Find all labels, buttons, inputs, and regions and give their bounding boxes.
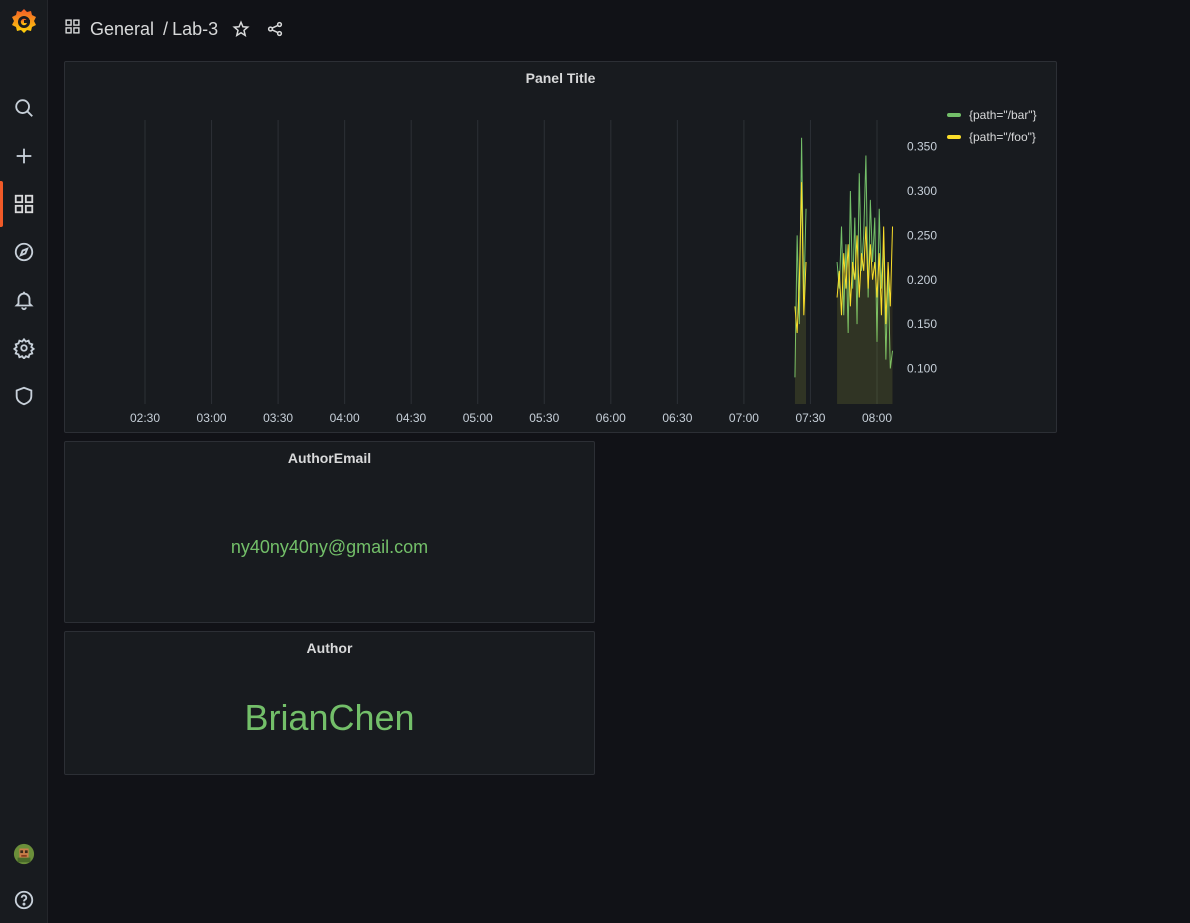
help-icon[interactable] bbox=[0, 880, 47, 920]
x-tick-label: 04:30 bbox=[396, 411, 426, 425]
y-tick-label: 0.150 bbox=[907, 317, 937, 331]
y-tick-label: 0.200 bbox=[907, 273, 937, 287]
graph-panel: Panel Title 02:30 03:00 03:30 04:00 04:30 05:… bbox=[64, 61, 1057, 433]
compass-icon[interactable] bbox=[0, 232, 47, 272]
shield-icon[interactable] bbox=[0, 376, 47, 416]
share-icon[interactable] bbox=[264, 18, 286, 40]
dashboards-breadcrumb-icon bbox=[64, 18, 81, 40]
legend-item-foo[interactable]: {path="/foo"} bbox=[947, 126, 1037, 148]
plus-icon[interactable] bbox=[0, 136, 47, 176]
x-tick-label: 06:00 bbox=[596, 411, 626, 425]
x-tick-label: 05:00 bbox=[463, 411, 493, 425]
legend-label-foo: {path="/foo"} bbox=[969, 130, 1036, 144]
breadcrumb-separator: / bbox=[163, 18, 169, 39]
panel-title[interactable]: AuthorEmail bbox=[65, 450, 594, 466]
y-tick-label: 0.100 bbox=[907, 362, 937, 376]
x-tick-label: 04:00 bbox=[330, 411, 360, 425]
legend-swatch-foo bbox=[947, 135, 961, 139]
x-tick-label: 03:00 bbox=[197, 411, 227, 425]
panel-title[interactable]: Author bbox=[65, 640, 594, 656]
gear-icon[interactable] bbox=[0, 328, 47, 368]
author-email-panel: AuthorEmail ny40ny40ny@gmail.com bbox=[64, 441, 595, 623]
y-tick-label: 0.300 bbox=[907, 184, 937, 198]
author-panel: Author BrianChen bbox=[64, 631, 595, 775]
legend-swatch-bar bbox=[947, 113, 961, 117]
stat-value: ny40ny40ny@gmail.com bbox=[230, 537, 429, 557]
stat-value: BrianChen bbox=[244, 697, 415, 738]
y-tick-label: 0.250 bbox=[907, 228, 937, 242]
avatar[interactable] bbox=[0, 834, 47, 874]
y-tick-label: 0.350 bbox=[907, 140, 937, 154]
x-tick-label: 05:30 bbox=[529, 411, 559, 425]
legend-label-bar: {path="/bar"} bbox=[969, 108, 1037, 122]
x-tick-label: 03:30 bbox=[263, 411, 293, 425]
bell-icon[interactable] bbox=[0, 280, 47, 320]
legend-item-bar[interactable]: {path="/bar"} bbox=[947, 104, 1037, 126]
x-tick-label: 06:30 bbox=[662, 411, 692, 425]
x-tick-label: 08:00 bbox=[862, 411, 892, 425]
star-icon[interactable] bbox=[230, 18, 252, 40]
dashboard-title[interactable]: Lab-3 bbox=[172, 19, 218, 40]
x-tick-label: 07:30 bbox=[795, 411, 825, 425]
side-menu bbox=[0, 0, 48, 923]
x-tick-label: 07:00 bbox=[729, 411, 759, 425]
breadcrumb-folder-link[interactable]: General bbox=[90, 19, 154, 40]
grafana-logo-icon[interactable] bbox=[10, 6, 38, 36]
breadcrumb: General / Lab-3 bbox=[64, 14, 286, 44]
search-icon[interactable] bbox=[0, 88, 47, 128]
time-series-chart[interactable]: 02:30 03:00 03:30 04:00 04:30 05:00 05:30 06:00… bbox=[65, 62, 1058, 434]
dashboards-icon[interactable] bbox=[0, 184, 47, 224]
chart-legend: {path="/bar"} {path="/foo"} bbox=[947, 104, 1037, 148]
x-tick-label: 02:30 bbox=[130, 411, 160, 425]
